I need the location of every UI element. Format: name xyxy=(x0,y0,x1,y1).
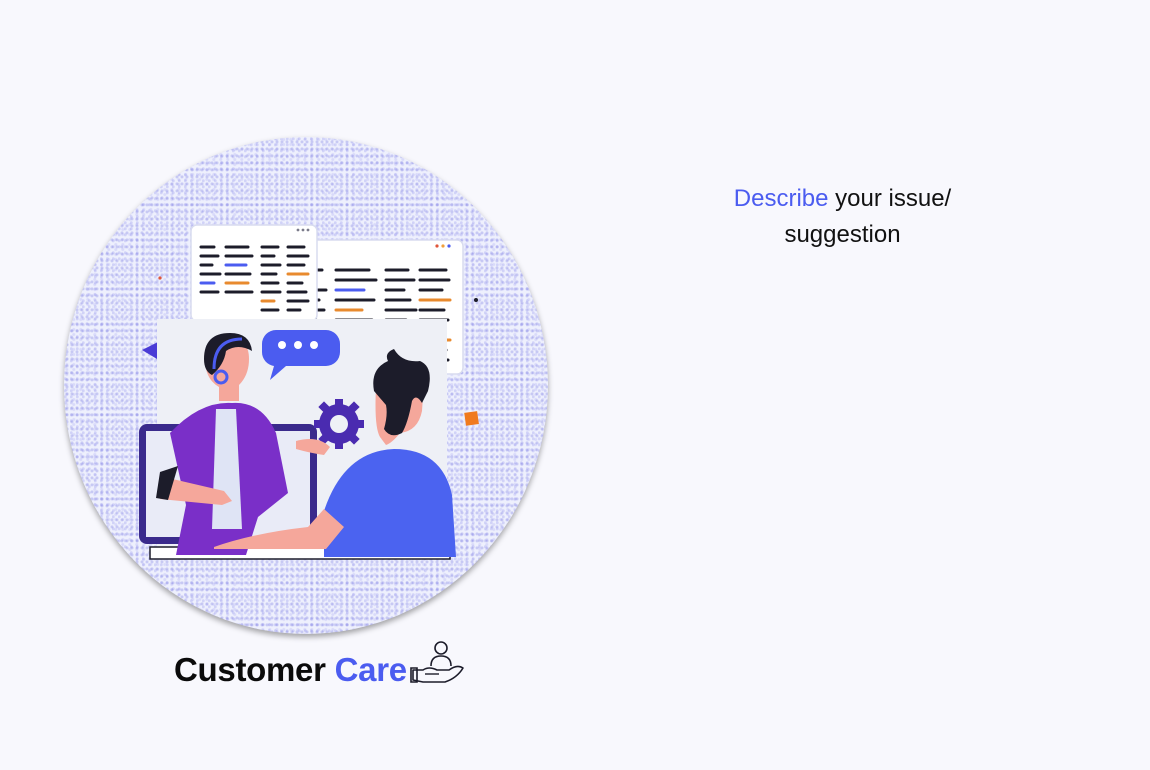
brand-word-customer: Customer xyxy=(174,651,326,688)
customer-support-illustration xyxy=(64,137,548,634)
issue-headline: Describe your issue/ suggestion xyxy=(690,181,995,253)
headline-rest-line1: your issue/ xyxy=(828,185,952,212)
hand-person-icon xyxy=(409,640,465,694)
illustration-svg xyxy=(139,224,479,560)
headline-line2: suggestion xyxy=(784,221,901,248)
code-window-front xyxy=(190,224,318,322)
square-decoration xyxy=(464,411,479,426)
brand-word-care: Care xyxy=(334,651,407,688)
customer-care-logo: Customer Care xyxy=(174,641,465,694)
customer-care-page: Customer Care Describe your issue/ sugge… xyxy=(0,0,1150,770)
headline-accent-word: Describe xyxy=(733,185,829,212)
